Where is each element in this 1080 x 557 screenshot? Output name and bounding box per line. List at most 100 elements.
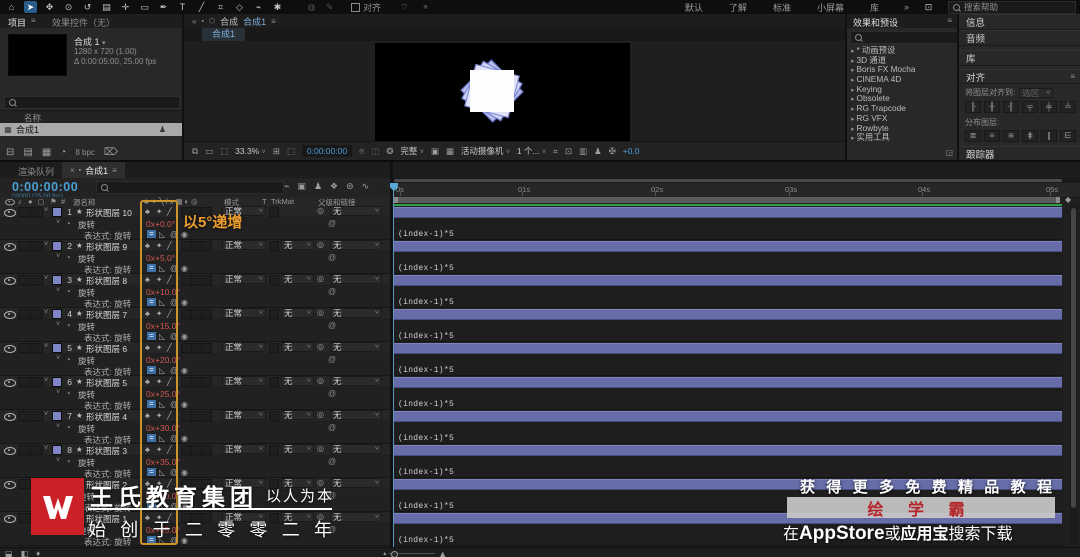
time-ruler[interactable]: 0s01s02s03s04s05s (393, 183, 1080, 198)
twirl-icon[interactable]: ▸ (851, 87, 855, 94)
expression-text[interactable]: (index-1)*5 (398, 366, 454, 375)
layer-twirl-icon[interactable]: ˅ (44, 479, 48, 486)
panel-overflow-icon[interactable]: « (192, 17, 196, 26)
layer-twirl-icon[interactable]: ˅ (44, 343, 48, 350)
show-snapshot-icon[interactable]: ◫ (371, 146, 379, 157)
comp-tab[interactable]: 合成1 (202, 28, 245, 41)
col-trkmat[interactable]: TrkMat (271, 197, 294, 206)
threed-switch-cell[interactable] (201, 275, 212, 285)
layer-color-swatch[interactable] (52, 241, 62, 251)
frame-blending-icon[interactable]: ❖ (330, 181, 338, 192)
property-pickwhip-icon[interactable]: @ (328, 491, 336, 500)
align-right-icon[interactable]: ╢ (1003, 101, 1019, 113)
info-panel-header[interactable]: 信息 (959, 14, 1080, 30)
layer-parent-dropdown[interactable]: 无˅ (330, 410, 382, 420)
twirl-icon[interactable]: ▸ (851, 48, 855, 55)
expression-text[interactable]: (index-1)*5 (398, 400, 454, 409)
rotation-property-row[interactable]: ˅ ◔ 旋转 0x+5.0° @ (0, 252, 390, 263)
pixel-aspect-correction-icon[interactable]: ⌗ (553, 146, 558, 157)
layer-visibility-eye-icon[interactable] (4, 515, 16, 523)
property-twirl-icon[interactable]: ˅ (56, 525, 60, 532)
region-of-interest-icon[interactable]: ▣ (431, 146, 439, 157)
layer-parent-dropdown[interactable]: 无˅ (330, 308, 382, 318)
layer-lock-cell[interactable] (30, 377, 43, 387)
rotation-property-row[interactable]: ˅ ◔ 旋转 0x+40.0° @ (0, 490, 390, 501)
property-pickwhip-icon[interactable]: @ (328, 219, 336, 228)
property-twirl-icon[interactable]: ˅ (56, 491, 60, 498)
layer-mode-dropdown[interactable]: 正常˅ (222, 376, 266, 386)
layer-twirl-icon[interactable]: ˅ (44, 275, 48, 282)
panel-resize-grip-icon[interactable]: ◲ (945, 148, 953, 157)
layer-twirl-icon[interactable]: ˅ (44, 411, 48, 418)
expression-row[interactable]: 表达式: 旋转 = ◺ @ ◉ (0, 297, 390, 308)
viewer-panel-menu-icon[interactable]: ≡ (271, 17, 276, 26)
expression-text[interactable]: (index-1)*5 (398, 536, 454, 545)
layer-duration-bar[interactable] (394, 309, 1062, 320)
expression-language-menu-icon[interactable]: ◉ (181, 332, 188, 341)
expression-row[interactable]: 表达式: 旋转 = ◺ @ ◉ (0, 399, 390, 410)
layer-color-swatch[interactable] (52, 479, 62, 489)
expression-language-menu-icon[interactable]: ◉ (181, 366, 188, 375)
zoom-tool-icon[interactable]: ⊙ (62, 1, 75, 13)
stopwatch-icon[interactable]: ◔ (66, 253, 71, 262)
new-folder-icon[interactable]: ▤ (23, 147, 32, 158)
align-checkbox[interactable] (351, 3, 360, 12)
layer-duration-bar[interactable] (394, 445, 1062, 456)
layer-lock-cell[interactable] (30, 241, 43, 251)
stopwatch-icon[interactable]: ◔ (66, 457, 71, 466)
expand-modes-columns-icon[interactable]: ◧ (21, 549, 29, 557)
layer-color-swatch[interactable] (52, 411, 62, 421)
expression-language-menu-icon[interactable]: ◉ (181, 434, 188, 443)
trkmat-cell[interactable] (269, 513, 279, 523)
align-panel-header[interactable]: 对齐≡ (959, 69, 1080, 84)
layer-visibility-eye-icon[interactable] (4, 379, 16, 387)
effects-category[interactable]: ▸Keying (847, 85, 957, 95)
layer-parent-dropdown[interactable]: 无˅ (330, 376, 382, 386)
layer-duration-bar[interactable] (394, 275, 1062, 286)
expression-language-menu-icon[interactable]: ◉ (181, 536, 188, 545)
stopwatch-icon[interactable]: ◔ (66, 491, 71, 500)
expression-text[interactable]: (index-1)*5 (398, 298, 454, 307)
layer-duration-bar[interactable] (394, 411, 1062, 422)
parent-pickwhip-icon[interactable]: ◎ (317, 240, 324, 249)
trkmat-cell[interactable] (269, 377, 279, 387)
comp-marker-bin-icon[interactable]: ◆ (1065, 195, 1071, 204)
layer-color-swatch[interactable] (52, 343, 62, 353)
panel-lock-icon[interactable]: ⬡ (209, 17, 215, 25)
property-twirl-icon[interactable]: ˅ (56, 287, 60, 294)
timeline-search-input[interactable] (96, 181, 284, 194)
rotation-property-row[interactable]: ˅ ◔ 旋转 0x+30.0° @ (0, 422, 390, 433)
effects-panel-menu-icon[interactable]: ≡ (947, 16, 952, 25)
property-pickwhip-icon[interactable]: @ (328, 389, 336, 398)
layer-duration-bar[interactable] (394, 207, 1062, 218)
interpret-footage-icon[interactable]: ⊟ (6, 147, 14, 158)
effects-category[interactable]: ▸实用工具 (847, 133, 957, 143)
reset-exposure-icon[interactable]: ✠ (609, 146, 616, 157)
expression-text[interactable]: (index-1)*5 (398, 502, 454, 511)
snapshot-icon[interactable]: ⌾ (359, 146, 364, 157)
resolution-dropdown[interactable]: 完整 ˅ (400, 145, 423, 157)
draft-3d-icon[interactable]: ▣ (297, 181, 306, 192)
snap-align-toggle[interactable]: 对齐 (351, 1, 381, 14)
expression-text[interactable]: (index-1)*5 (398, 264, 454, 273)
primary-viewer-icon[interactable]: ▭ (205, 146, 213, 157)
twirl-icon[interactable]: ▸ (851, 58, 855, 65)
stopwatch-icon[interactable]: ◔ (66, 525, 71, 534)
layer-trkmat-dropdown[interactable]: 无˅ (281, 308, 314, 318)
channels-icon[interactable]: ❂ (386, 146, 393, 157)
effects-category[interactable]: ▸3D 通道 (847, 56, 957, 66)
zoom-out-mountain-icon[interactable]: ▴ (383, 550, 386, 557)
pan-behind-tool-icon[interactable]: ✛ (119, 1, 132, 13)
property-twirl-icon[interactable]: ˅ (56, 423, 60, 430)
property-pickwhip-icon[interactable]: @ (328, 321, 336, 330)
effects-category[interactable]: ▸* 动画预设 (847, 46, 957, 56)
align-center-h-icon[interactable]: ╫ (984, 101, 1000, 113)
layer-duration-bar[interactable] (394, 241, 1062, 252)
property-pickwhip-icon[interactable]: @ (328, 355, 336, 364)
layer-trkmat-dropdown[interactable]: 无˅ (281, 478, 314, 488)
workspace-库[interactable]: 库 (870, 1, 879, 14)
help-search-input[interactable]: 搜索帮助 (948, 1, 1076, 14)
layer-parent-dropdown[interactable]: 无˅ (330, 274, 382, 284)
layer-duration-bar[interactable] (394, 479, 1062, 490)
property-pickwhip-icon[interactable]: @ (328, 525, 336, 534)
